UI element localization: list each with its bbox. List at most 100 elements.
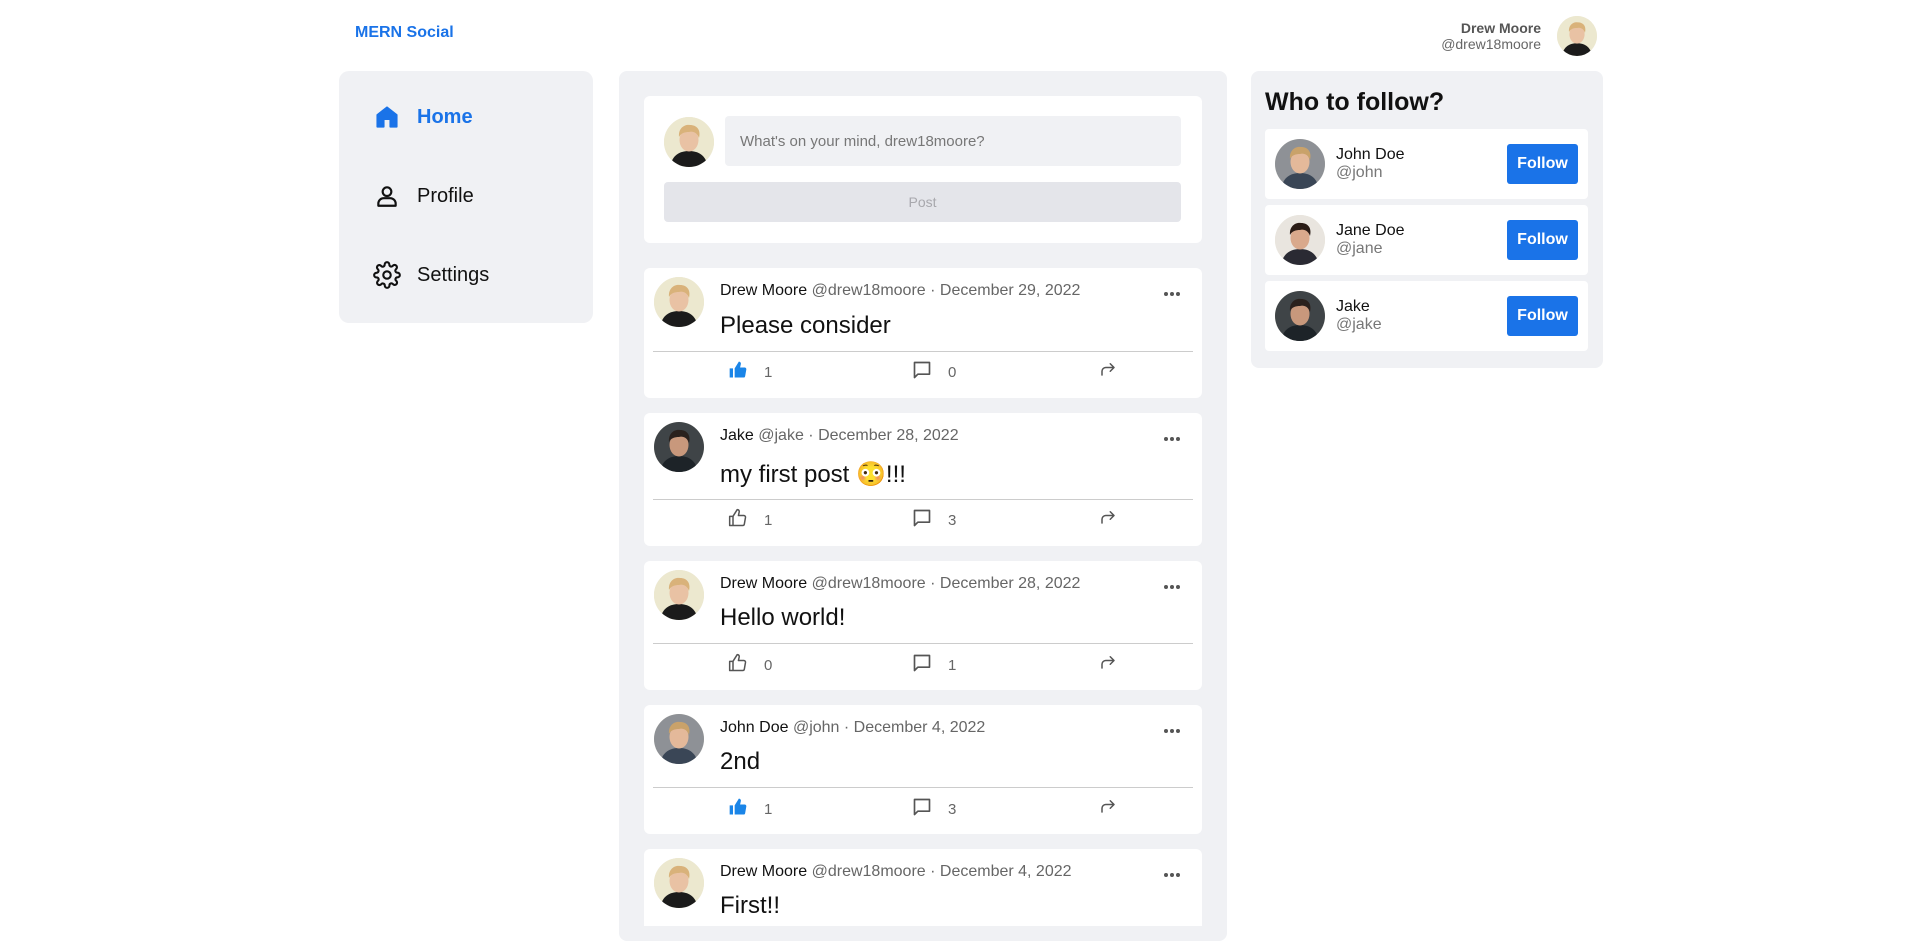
post-author[interactable]: John Doe [720,719,789,736]
share-button[interactable] [1099,360,1117,382]
thumbs-up-icon [728,653,748,677]
post-header: Drew Moore @drew18moore · December 4, 20… [720,863,1072,881]
post-divider [653,351,1193,352]
suggestion-avatar[interactable] [1275,215,1325,265]
share-button[interactable] [1099,508,1117,530]
comment-count: 3 [948,800,957,818]
sidebar-item-home[interactable]: Home [372,97,593,137]
like-button[interactable]: 1 [728,797,772,821]
who-to-follow-panel: Who to follow? John Doe @john Follow Jan… [1251,71,1603,368]
follow-button[interactable]: Follow [1507,220,1578,260]
current-user-avatar[interactable] [1557,16,1597,56]
post-author[interactable]: Drew Moore [720,863,807,880]
share-icon [1099,508,1117,530]
more-options-icon[interactable] [1163,577,1181,595]
suggestion-avatar[interactable] [1275,139,1325,189]
post-list: Drew Moore @drew18moore · December 29, 2… [644,268,1202,926]
post-header: Drew Moore @drew18moore · December 28, 2… [720,575,1080,593]
post-body: 2nd [720,748,761,775]
suggestion-name[interactable]: Jake [1336,298,1370,316]
follow-button[interactable]: Follow [1507,144,1578,184]
comment-count: 0 [948,363,957,381]
comment-icon [912,797,932,821]
feed-panel: Post Drew Moore @drew18moore · December … [619,71,1227,941]
thumbs-up-filled-icon [728,360,748,384]
person-icon [372,181,402,211]
post-meta: @drew18moore · December 4, 2022 [811,863,1072,880]
suggestion-name[interactable]: Jane Doe [1336,222,1405,240]
post-meta: @drew18moore · December 29, 2022 [811,282,1081,299]
comment-button[interactable]: 3 [912,508,956,532]
current-user-handle: @drew18moore [1441,36,1541,52]
sidebar-item-label: Settings [417,263,490,286]
comment-count: 1 [948,656,957,674]
who-to-follow-title: Who to follow? [1265,88,1445,116]
share-button[interactable] [1099,797,1117,819]
home-icon [372,102,402,132]
like-button[interactable]: 1 [728,360,772,384]
compose-box: Post [644,96,1202,243]
post-actions: 1 0 [644,354,1202,384]
post-card: John Doe @john · December 4, 2022 2nd 1 … [644,705,1202,834]
suggestion-handle: @jake [1336,316,1382,333]
share-icon [1099,797,1117,819]
gear-icon [372,260,402,290]
compose-input[interactable] [725,116,1181,166]
post-avatar[interactable] [654,570,704,620]
post-avatar[interactable] [654,277,704,327]
post-card: Drew Moore @drew18moore · December 4, 20… [644,849,1202,926]
comment-button[interactable]: 0 [912,360,956,384]
share-button[interactable] [1099,653,1117,675]
current-user[interactable]: Drew Moore @drew18moore [1441,16,1597,56]
suggestion-avatar[interactable] [1275,291,1325,341]
like-button[interactable]: 1 [728,508,772,532]
share-icon [1099,360,1117,382]
post-meta: @jake · December 28, 2022 [758,427,959,444]
post-meta: @drew18moore · December 28, 2022 [811,575,1081,592]
comment-button[interactable]: 1 [912,653,956,677]
post-avatar[interactable] [654,714,704,764]
brand-logo-text[interactable]: MERN Social [355,24,454,42]
post-divider [653,643,1193,644]
post-avatar[interactable] [654,858,704,908]
post-author[interactable]: Drew Moore [720,282,807,299]
comment-icon [912,653,932,677]
post-meta: @john · December 4, 2022 [792,719,986,736]
post-card: Jake @jake · December 28, 2022 my first … [644,413,1202,546]
like-button[interactable]: 0 [728,653,772,677]
suggestion-handle: @jane [1336,240,1383,257]
post-header: Drew Moore @drew18moore · December 29, 2… [720,282,1080,300]
post-divider [653,499,1193,500]
follow-button[interactable]: Follow [1507,296,1578,336]
thumbs-up-filled-icon [728,797,748,821]
follow-suggestion: Jake @jake Follow [1265,281,1588,351]
sidebar-item-profile[interactable]: Profile [372,176,593,216]
suggestion-name[interactable]: John Doe [1336,146,1405,164]
more-options-icon[interactable] [1163,429,1181,447]
more-options-icon[interactable] [1163,284,1181,302]
post-body: Please consider [720,312,891,339]
post-avatar[interactable] [654,422,704,472]
post-actions: 1 3 [644,791,1202,821]
more-options-icon[interactable] [1163,721,1181,739]
post-card: Drew Moore @drew18moore · December 29, 2… [644,268,1202,398]
post-divider [653,787,1193,788]
more-options-icon[interactable] [1163,865,1181,883]
post-author[interactable]: Jake [720,427,754,444]
post-body: my first post 😳!!! [720,461,906,488]
sidebar-item-settings[interactable]: Settings [372,255,593,295]
follow-suggestion: Jane Doe @jane Follow [1265,205,1588,275]
post-author[interactable]: Drew Moore [720,575,807,592]
thumbs-up-icon [728,508,748,532]
like-count: 1 [764,363,773,381]
post-body: First!! [720,892,780,919]
comment-button[interactable]: 3 [912,797,956,821]
post-button[interactable]: Post [664,182,1181,222]
post-header: John Doe @john · December 4, 2022 [720,719,985,737]
like-count: 0 [764,656,773,674]
comment-icon [912,508,932,532]
sidebar-item-label: Profile [417,184,474,207]
suggestion-handle: @john [1336,164,1383,181]
current-user-name: Drew Moore [1460,20,1541,36]
sidebar-item-label: Home [417,105,473,128]
